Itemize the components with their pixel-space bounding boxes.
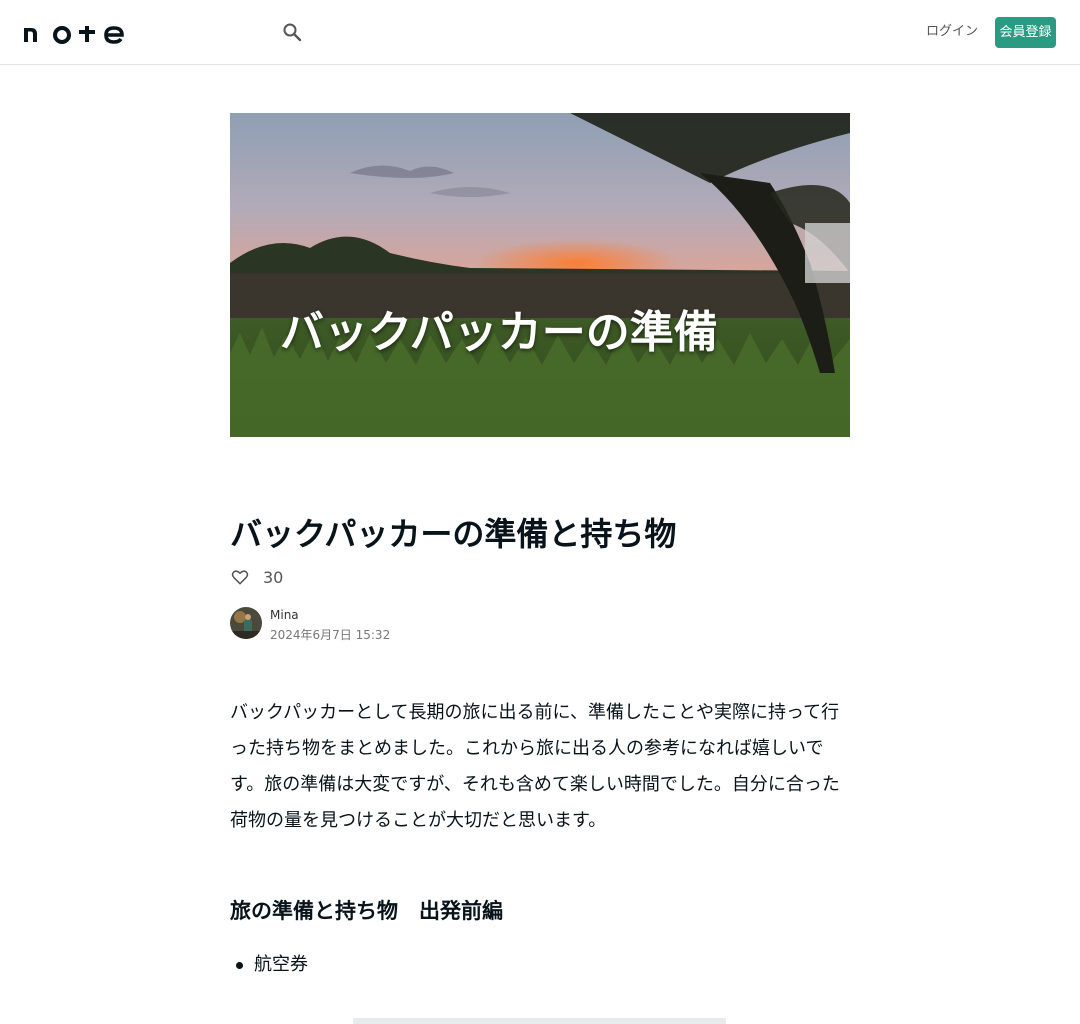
next-image-top [353,1018,726,1024]
avatar[interactable] [230,607,262,639]
article-title: バックパッカーの準備と持ち物 [230,515,677,553]
note-logo[interactable] [24,20,124,44]
search-button[interactable] [280,20,304,44]
like-section: 30 [230,566,283,588]
like-count: 30 [263,567,284,587]
author-name[interactable]: Mina [270,608,299,622]
section-heading: 旅の準備と持ち物 出発前編 [230,899,503,923]
article-body: バックパッカーとして長期の旅に出る前に、準備したことや実際に持って行った持ち物を… [230,702,840,831]
list-item: 航空券 [230,950,850,980]
hero-caption: バックパッカーの準備 [280,307,718,358]
list-item-text: 航空券 [254,954,308,975]
post-date: 2024年6月7日 15:32 [270,628,391,642]
signup-button[interactable]: 会員登録 [995,17,1056,48]
item-list: 航空券 [230,950,850,980]
search-icon [283,23,302,42]
heart-icon[interactable] [230,567,250,587]
hero-image: バックパッカーの準備 [230,113,850,437]
site-header: ログイン 会員登録 [0,0,1080,65]
bullet [236,962,243,969]
login-link[interactable]: ログイン [926,22,978,42]
sunset-photo [230,113,850,437]
